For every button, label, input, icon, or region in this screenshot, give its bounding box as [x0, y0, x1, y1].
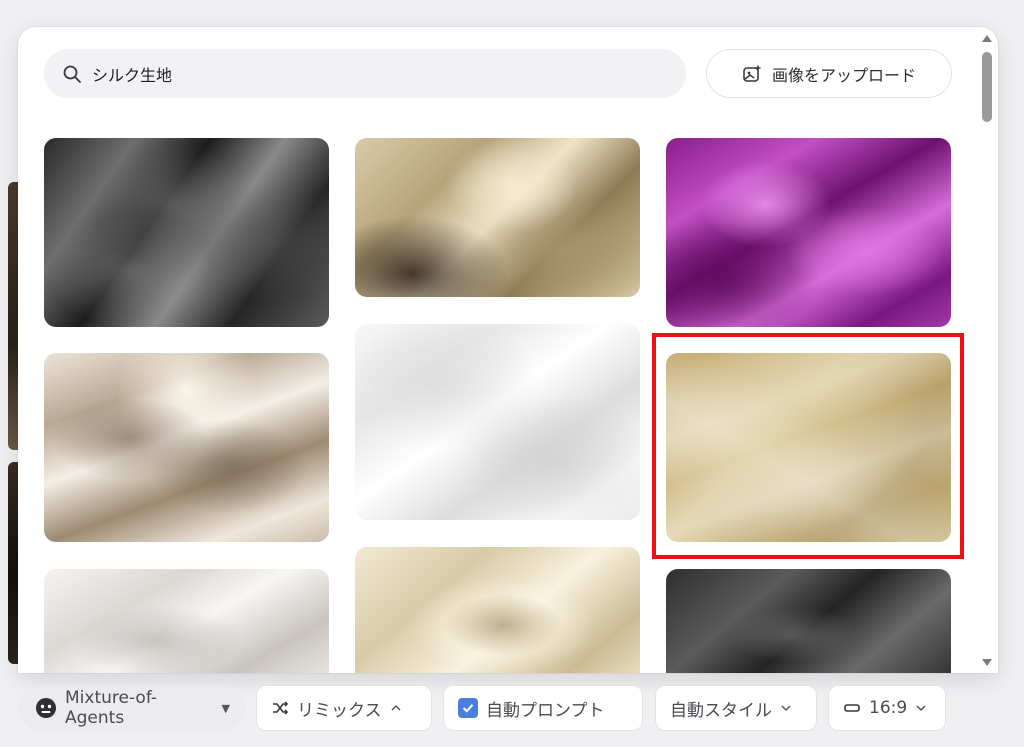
auto-prompt-label: 自動プロンプト [486, 700, 605, 721]
auto-style-dropdown[interactable]: 自動スタイル [655, 685, 817, 731]
chevron-down-icon [915, 702, 927, 714]
scrollbar-thumb[interactable] [982, 52, 992, 122]
selection-highlight [652, 333, 964, 559]
search-icon [62, 64, 82, 84]
silk-image-result[interactable] [355, 324, 640, 520]
silk-image-result[interactable] [666, 569, 951, 673]
image-upload-icon [742, 64, 762, 84]
remix-label: リミックス [297, 700, 382, 721]
aspect-ratio-dropdown[interactable]: 16:9 [828, 685, 946, 731]
page: 画像をアップロード Mixture-of-Agents ▼ リミックス [0, 0, 1024, 747]
silk-image-result[interactable] [666, 138, 951, 327]
checkbox-checked-icon[interactable] [458, 698, 478, 718]
image-search-panel: 画像をアップロード [18, 27, 998, 673]
scroll-down-arrow-icon[interactable] [982, 659, 992, 666]
scrollbar[interactable] [977, 27, 997, 673]
remix-button[interactable]: リミックス [256, 685, 432, 731]
dropdown-caret-icon: ▼ [221, 701, 230, 715]
auto-style-label: 自動スタイル [670, 700, 772, 721]
chevron-up-icon [390, 702, 402, 714]
silk-image-result[interactable] [355, 138, 640, 297]
model-selector[interactable]: Mixture-of-Agents ▼ [18, 685, 245, 731]
aspect-ratio-label: 16:9 [869, 698, 908, 718]
agent-face-icon [35, 697, 57, 719]
silk-image-result[interactable] [44, 569, 329, 673]
model-label: Mixture-of-Agents [65, 688, 158, 728]
silk-image-result[interactable] [44, 353, 329, 542]
silk-image-result[interactable] [44, 138, 329, 327]
upload-image-label: 画像をアップロード [771, 65, 916, 85]
scroll-up-arrow-icon[interactable] [982, 35, 992, 42]
chevron-down-icon [780, 702, 792, 714]
search-input[interactable] [92, 58, 652, 89]
aspect-ratio-icon [843, 702, 861, 714]
search-bar[interactable] [44, 49, 686, 98]
upload-image-button[interactable]: 画像をアップロード [706, 49, 952, 98]
auto-prompt-toggle[interactable]: 自動プロンプト [443, 685, 643, 731]
silk-image-result[interactable] [355, 547, 640, 673]
shuffle-icon [271, 699, 289, 717]
